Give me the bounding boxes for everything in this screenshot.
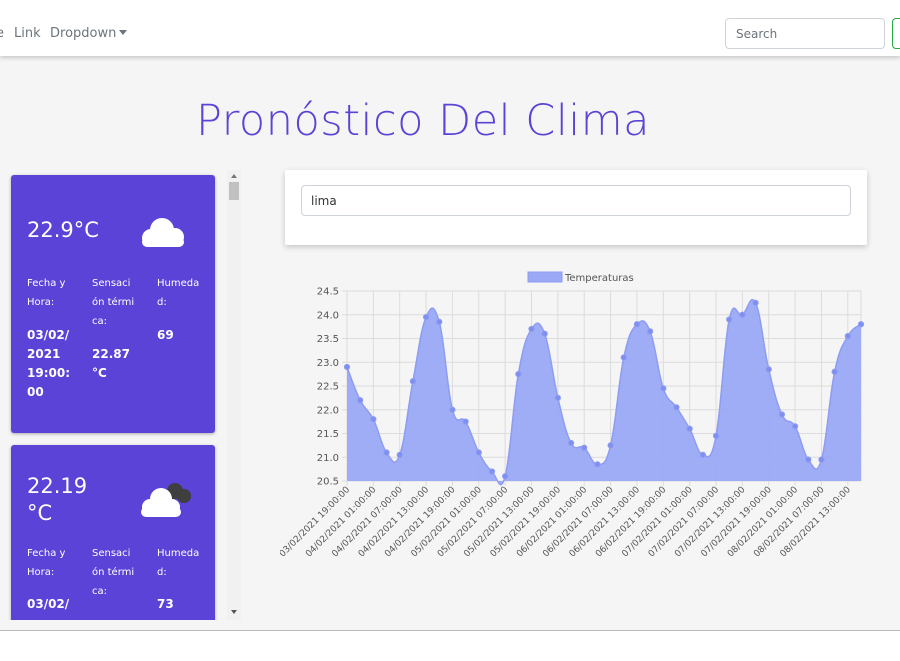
data-point — [831, 368, 838, 375]
city-search-card — [285, 170, 867, 245]
forecast-list[interactable]: 22.9°C Fecha y Hora: 03/02/ 2021 19:00: … — [0, 170, 242, 620]
label-feels-like: Sensación térmica: — [92, 548, 135, 597]
data-point — [475, 449, 482, 456]
data-point — [396, 451, 403, 458]
city-input[interactable] — [301, 185, 851, 216]
card-temperature: 22.19 °C — [27, 474, 88, 525]
navbar: e Link Dropdown — [0, 0, 900, 56]
data-point — [567, 439, 575, 447]
scrollbar[interactable] — [227, 170, 241, 620]
search-input[interactable] — [725, 18, 885, 49]
y-tick-label: 23.0 — [317, 358, 339, 369]
data-point — [857, 321, 865, 328]
data-point — [343, 363, 351, 371]
value-humidity: 73 — [157, 597, 174, 611]
data-point — [805, 456, 812, 463]
data-point — [792, 423, 799, 430]
data-point — [712, 432, 720, 439]
y-tick-label: 22.0 — [317, 405, 339, 416]
data-point — [528, 325, 535, 333]
data-point — [462, 418, 469, 425]
data-point — [778, 411, 786, 418]
data-point — [739, 311, 746, 318]
value-datetime: 03/02/ 2021 19:00: 00 — [27, 328, 70, 399]
nav-dropdown-label: Dropdown — [50, 26, 117, 41]
y-tick-label: 23.5 — [317, 334, 339, 345]
search-button[interactable] — [892, 18, 900, 49]
y-tick-label: 20.5 — [317, 477, 339, 488]
data-point — [357, 397, 364, 404]
forecast-card: 22.19 °C Fecha y Hora: 03/02/ Sensación … — [11, 445, 215, 620]
cloud-icon — [142, 218, 184, 247]
label-humidity: Humedad: — [157, 548, 200, 578]
nav-dropdown[interactable]: Dropdown — [50, 26, 128, 41]
caret-down-icon — [119, 30, 128, 35]
y-tick-label: 24.5 — [317, 287, 339, 298]
data-point — [620, 354, 627, 361]
partly-cloudy-icon — [141, 483, 191, 517]
value-humidity: 69 — [157, 328, 174, 342]
data-point — [449, 406, 456, 413]
scrollbar-thumb[interactable] — [229, 182, 239, 200]
data-point — [488, 468, 496, 475]
card-temperature: 22.9°C — [27, 218, 99, 242]
data-point — [686, 425, 693, 432]
label-datetime: Fecha y Hora: — [27, 278, 66, 308]
value-datetime: 03/02/ — [27, 597, 70, 611]
data-point — [515, 371, 522, 378]
nav-item-partial[interactable]: e — [0, 26, 4, 41]
y-tick-label: 22.5 — [317, 382, 339, 393]
label-humidity: Humedad: — [157, 278, 200, 308]
legend-label: Temperaturas — [564, 273, 634, 284]
data-point — [726, 316, 733, 323]
data-point — [502, 473, 509, 480]
data-point — [673, 404, 680, 411]
bottom-bar — [0, 630, 900, 661]
forecast-card: 22.9°C Fecha y Hora: 03/02/ 2021 19:00: … — [11, 175, 215, 433]
temperature-chart: 20.521.021.522.022.523.023.524.024.503/0… — [280, 271, 865, 559]
y-tick-label: 24.0 — [317, 310, 339, 321]
data-point — [699, 451, 706, 458]
label-feels-like: Sensación térmica: — [92, 278, 135, 327]
y-tick-label: 21.0 — [317, 453, 339, 464]
page-title: Pronóstico Del Clima — [196, 96, 650, 146]
data-point — [594, 461, 601, 468]
data-point — [422, 314, 430, 321]
data-point — [436, 318, 443, 325]
scroll-down-arrow-icon[interactable] — [231, 610, 237, 614]
data-point — [752, 299, 759, 306]
data-point — [660, 385, 667, 392]
data-point — [765, 366, 772, 373]
data-point — [844, 333, 851, 340]
value-feels-like: 22.87 °C — [92, 347, 130, 380]
data-point — [409, 378, 416, 385]
data-point — [383, 449, 390, 456]
data-point — [818, 456, 825, 463]
data-point — [581, 444, 588, 451]
data-point — [370, 416, 377, 423]
legend-swatch — [527, 271, 563, 283]
data-point — [647, 328, 654, 335]
label-datetime: Fecha y Hora: — [27, 548, 66, 578]
data-point — [607, 442, 614, 449]
scroll-up-arrow-icon[interactable] — [231, 174, 237, 178]
y-tick-label: 21.5 — [317, 429, 339, 440]
data-point — [554, 394, 561, 401]
data-point — [633, 321, 641, 328]
data-point — [541, 330, 548, 337]
nav-link[interactable]: Link — [14, 26, 41, 41]
